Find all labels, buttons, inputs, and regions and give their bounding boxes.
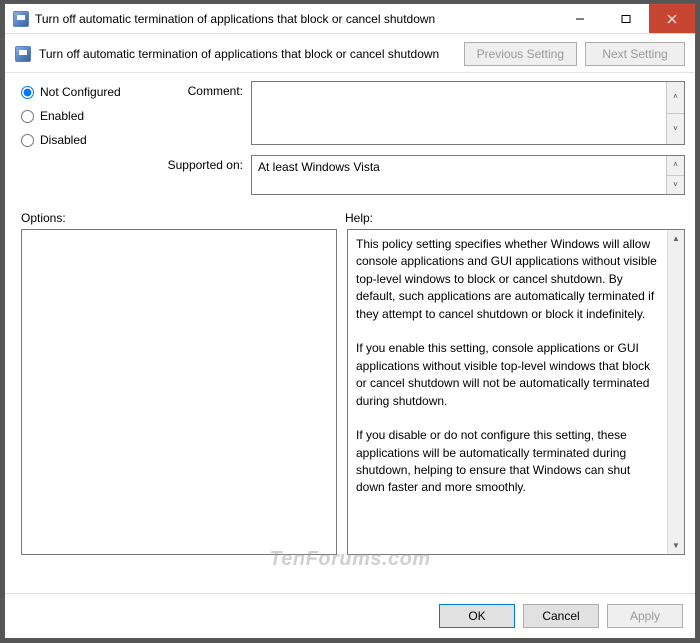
help-content: This policy setting specifies whether Wi… bbox=[348, 230, 667, 554]
supported-spin-down[interactable]: ˅ bbox=[667, 176, 684, 195]
help-label: Help: bbox=[345, 211, 373, 225]
radio-disabled[interactable]: Disabled bbox=[21, 133, 161, 147]
radio-enabled-label: Enabled bbox=[40, 109, 84, 123]
radio-not-configured[interactable]: Not Configured bbox=[21, 85, 161, 99]
radio-disabled-label: Disabled bbox=[40, 133, 87, 147]
comment-spin-up[interactable]: ˄ bbox=[667, 82, 684, 114]
supported-label: Supported on: bbox=[161, 155, 251, 195]
next-setting-button[interactable]: Next Setting bbox=[585, 42, 685, 66]
radio-not-configured-input[interactable] bbox=[21, 86, 34, 99]
window-title: Turn off automatic termination of applic… bbox=[35, 12, 557, 26]
dialog-footer: OK Cancel Apply bbox=[5, 593, 695, 638]
supported-field: At least Windows Vista ˄ ˅ bbox=[251, 155, 685, 195]
comment-spin: ˄ ˅ bbox=[666, 82, 684, 144]
panel-labels: Options: Help: bbox=[5, 205, 695, 229]
comment-spin-down[interactable]: ˅ bbox=[667, 114, 684, 145]
fields-col: Comment: ˄ ˅ Supported on: At least Wind… bbox=[161, 81, 685, 205]
app-icon bbox=[13, 11, 29, 27]
ok-button[interactable]: OK bbox=[439, 604, 515, 628]
comment-field[interactable]: ˄ ˅ bbox=[251, 81, 685, 145]
radio-not-configured-label: Not Configured bbox=[40, 85, 121, 99]
policy-editor-window: Turn off automatic termination of applic… bbox=[4, 3, 696, 639]
help-scrollbar[interactable]: ▲ ▼ bbox=[667, 230, 684, 554]
policy-icon bbox=[15, 46, 31, 62]
apply-button[interactable]: Apply bbox=[607, 604, 683, 628]
supported-spin-up[interactable]: ˄ bbox=[667, 156, 684, 176]
options-panel bbox=[21, 229, 337, 555]
panels-row: This policy setting specifies whether Wi… bbox=[5, 229, 695, 555]
maximize-button[interactable] bbox=[603, 4, 649, 33]
help-panel: This policy setting specifies whether Wi… bbox=[347, 229, 685, 555]
state-radio-group: Not Configured Enabled Disabled bbox=[21, 81, 161, 205]
minimize-button[interactable] bbox=[557, 4, 603, 33]
scroll-up-icon[interactable]: ▲ bbox=[668, 230, 684, 247]
supported-spin: ˄ ˅ bbox=[666, 156, 684, 194]
cancel-button[interactable]: Cancel bbox=[523, 604, 599, 628]
scroll-down-icon[interactable]: ▼ bbox=[668, 537, 684, 554]
options-label: Options: bbox=[21, 211, 345, 225]
titlebar[interactable]: Turn off automatic termination of applic… bbox=[5, 4, 695, 34]
radio-disabled-input[interactable] bbox=[21, 134, 34, 147]
policy-title: Turn off automatic termination of applic… bbox=[39, 47, 454, 61]
radio-enabled-input[interactable] bbox=[21, 110, 34, 123]
config-area: Not Configured Enabled Disabled Comment: bbox=[5, 73, 695, 205]
supported-value: At least Windows Vista bbox=[252, 156, 666, 194]
comment-label: Comment: bbox=[161, 81, 251, 145]
options-content bbox=[22, 230, 336, 554]
comment-value[interactable] bbox=[252, 82, 666, 144]
window-controls bbox=[557, 4, 695, 33]
close-button[interactable] bbox=[649, 4, 695, 33]
client-area: Turn off automatic termination of applic… bbox=[5, 34, 695, 638]
radio-enabled[interactable]: Enabled bbox=[21, 109, 161, 123]
policy-header: Turn off automatic termination of applic… bbox=[5, 34, 695, 73]
previous-setting-button[interactable]: Previous Setting bbox=[464, 42, 577, 66]
